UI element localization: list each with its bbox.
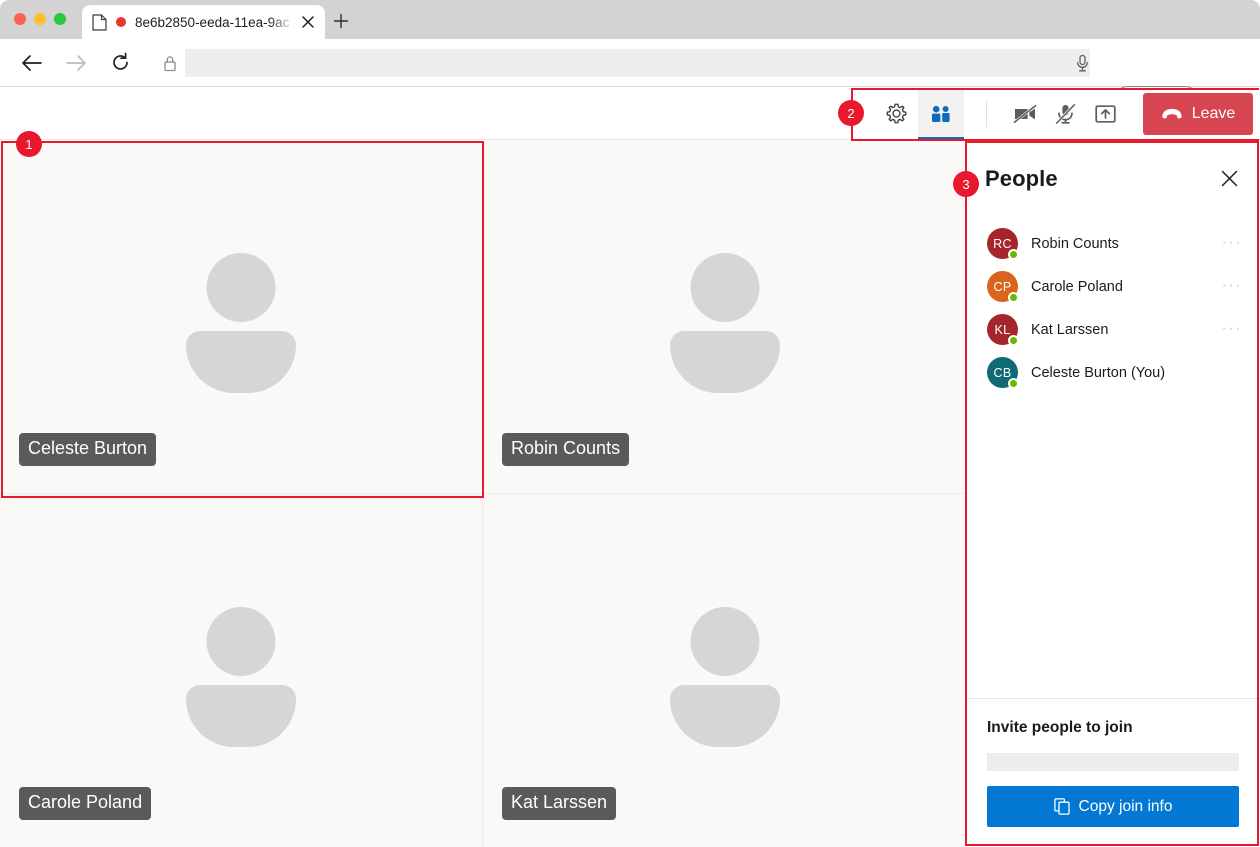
video-tile[interactable]: Carole Poland bbox=[0, 494, 483, 847]
video-tile[interactable]: Celeste Burton bbox=[0, 141, 483, 494]
person-placeholder-icon bbox=[186, 253, 296, 381]
invite-link-field[interactable] bbox=[987, 753, 1239, 771]
presence-available-icon bbox=[1008, 249, 1019, 260]
person-placeholder-icon bbox=[670, 253, 780, 381]
participant-row[interactable]: CP Carole Poland ··· bbox=[966, 265, 1260, 308]
video-tile-name: Kat Larssen bbox=[502, 787, 616, 820]
annotation-marker-1: 1 bbox=[16, 131, 42, 157]
back-button[interactable] bbox=[17, 48, 47, 78]
people-panel-title: People bbox=[985, 166, 1216, 192]
window-minimize-button[interactable] bbox=[34, 13, 46, 25]
page-icon bbox=[92, 14, 107, 31]
invite-section: Invite people to join Copy join info bbox=[966, 699, 1260, 847]
microphone-toggle-button[interactable] bbox=[1045, 88, 1085, 140]
browser-tab[interactable]: 8e6b2850-eeda-11ea-9ac bbox=[82, 5, 325, 39]
camera-toggle-button[interactable] bbox=[1005, 88, 1045, 140]
browser-tab-title: 8e6b2850-eeda-11ea-9ac bbox=[135, 15, 295, 30]
new-tab-button[interactable] bbox=[331, 11, 351, 31]
people-panel-header: People bbox=[966, 141, 1260, 216]
address-bar[interactable] bbox=[155, 48, 1090, 78]
app-root: 8e6b2850-eeda-11ea-9ac bbox=[0, 0, 1260, 847]
annotation-marker-3: 3 bbox=[953, 171, 979, 197]
participant-row[interactable]: RC Robin Counts ··· bbox=[966, 222, 1260, 265]
people-panel: People RC Robin Counts ··· CP bbox=[966, 141, 1260, 847]
leave-button[interactable]: Leave bbox=[1143, 93, 1253, 135]
participant-name: Carole Poland bbox=[1031, 279, 1221, 295]
address-bar-microphone-icon[interactable] bbox=[1068, 49, 1096, 77]
video-stage: Celeste Burton Robin Counts Carole Polan… bbox=[0, 141, 966, 847]
avatar-initials: CB bbox=[994, 366, 1012, 380]
video-tile-name: Carole Poland bbox=[19, 787, 151, 820]
avatar: CP bbox=[987, 271, 1018, 302]
window-controls bbox=[14, 13, 66, 25]
close-icon[interactable] bbox=[1216, 166, 1242, 192]
participant-more-icon[interactable]: ··· bbox=[1221, 276, 1242, 298]
copy-icon bbox=[1054, 798, 1070, 815]
invite-section-title: Invite people to join bbox=[987, 719, 1239, 737]
person-placeholder-icon bbox=[670, 607, 780, 735]
video-tile[interactable]: Kat Larssen bbox=[483, 494, 966, 847]
participant-more-icon[interactable]: ··· bbox=[1221, 233, 1242, 255]
avatar: CB bbox=[987, 357, 1018, 388]
window-close-button[interactable] bbox=[14, 13, 26, 25]
participant-name: Robin Counts bbox=[1031, 236, 1221, 252]
share-screen-button[interactable] bbox=[1085, 88, 1125, 140]
browser-toolbar: Guest ··· bbox=[0, 39, 1260, 87]
annotation-marker-2: 2 bbox=[838, 100, 864, 126]
recording-dot-icon bbox=[116, 17, 126, 27]
person-placeholder-icon bbox=[186, 607, 296, 735]
gear-icon bbox=[886, 103, 907, 124]
hangup-phone-icon bbox=[1161, 108, 1183, 120]
participant-row[interactable]: CB Celeste Burton (You) bbox=[966, 351, 1260, 394]
share-screen-icon bbox=[1095, 104, 1116, 124]
camera-off-icon bbox=[1013, 104, 1038, 124]
participant-name: Kat Larssen bbox=[1031, 322, 1221, 338]
avatar-initials: KL bbox=[995, 323, 1011, 337]
back-arrow-icon bbox=[21, 53, 43, 73]
people-panel-toggle-button[interactable] bbox=[918, 88, 964, 140]
video-tile[interactable]: Robin Counts bbox=[483, 141, 966, 494]
window-maximize-button[interactable] bbox=[54, 13, 66, 25]
avatar-initials: RC bbox=[993, 237, 1012, 251]
forward-button[interactable] bbox=[61, 48, 91, 78]
participant-list: RC Robin Counts ··· CP Carole Poland ···… bbox=[966, 216, 1260, 698]
copy-join-info-label: Copy join info bbox=[1079, 798, 1173, 816]
presence-available-icon bbox=[1008, 292, 1019, 303]
lock-icon bbox=[155, 55, 185, 72]
microphone-off-icon bbox=[1055, 103, 1076, 125]
people-icon bbox=[930, 105, 952, 123]
forward-arrow-icon bbox=[65, 53, 87, 73]
reload-icon bbox=[110, 52, 131, 73]
participant-row[interactable]: KL Kat Larssen ··· bbox=[966, 308, 1260, 351]
leave-button-label: Leave bbox=[1192, 105, 1236, 123]
toolbar-divider bbox=[986, 101, 987, 127]
meeting-toolbar: Leave bbox=[0, 88, 1260, 140]
avatar: KL bbox=[987, 314, 1018, 345]
video-grid: Celeste Burton Robin Counts Carole Polan… bbox=[0, 141, 966, 847]
reload-button[interactable] bbox=[105, 48, 135, 78]
copy-join-info-button[interactable]: Copy join info bbox=[987, 786, 1239, 827]
video-tile-name: Robin Counts bbox=[502, 433, 629, 466]
avatar-initials: CP bbox=[994, 280, 1012, 294]
participant-name: Celeste Burton (You) bbox=[1031, 365, 1242, 381]
url-input[interactable] bbox=[185, 49, 1090, 77]
presence-available-icon bbox=[1008, 378, 1019, 389]
tab-close-icon[interactable] bbox=[299, 13, 317, 31]
plus-icon bbox=[333, 13, 349, 29]
browser-tab-strip: 8e6b2850-eeda-11ea-9ac bbox=[0, 0, 1260, 39]
avatar: RC bbox=[987, 228, 1018, 259]
participant-more-icon[interactable]: ··· bbox=[1221, 319, 1242, 341]
settings-button[interactable] bbox=[874, 88, 918, 140]
video-tile-name: Celeste Burton bbox=[19, 433, 156, 466]
presence-available-icon bbox=[1008, 335, 1019, 346]
